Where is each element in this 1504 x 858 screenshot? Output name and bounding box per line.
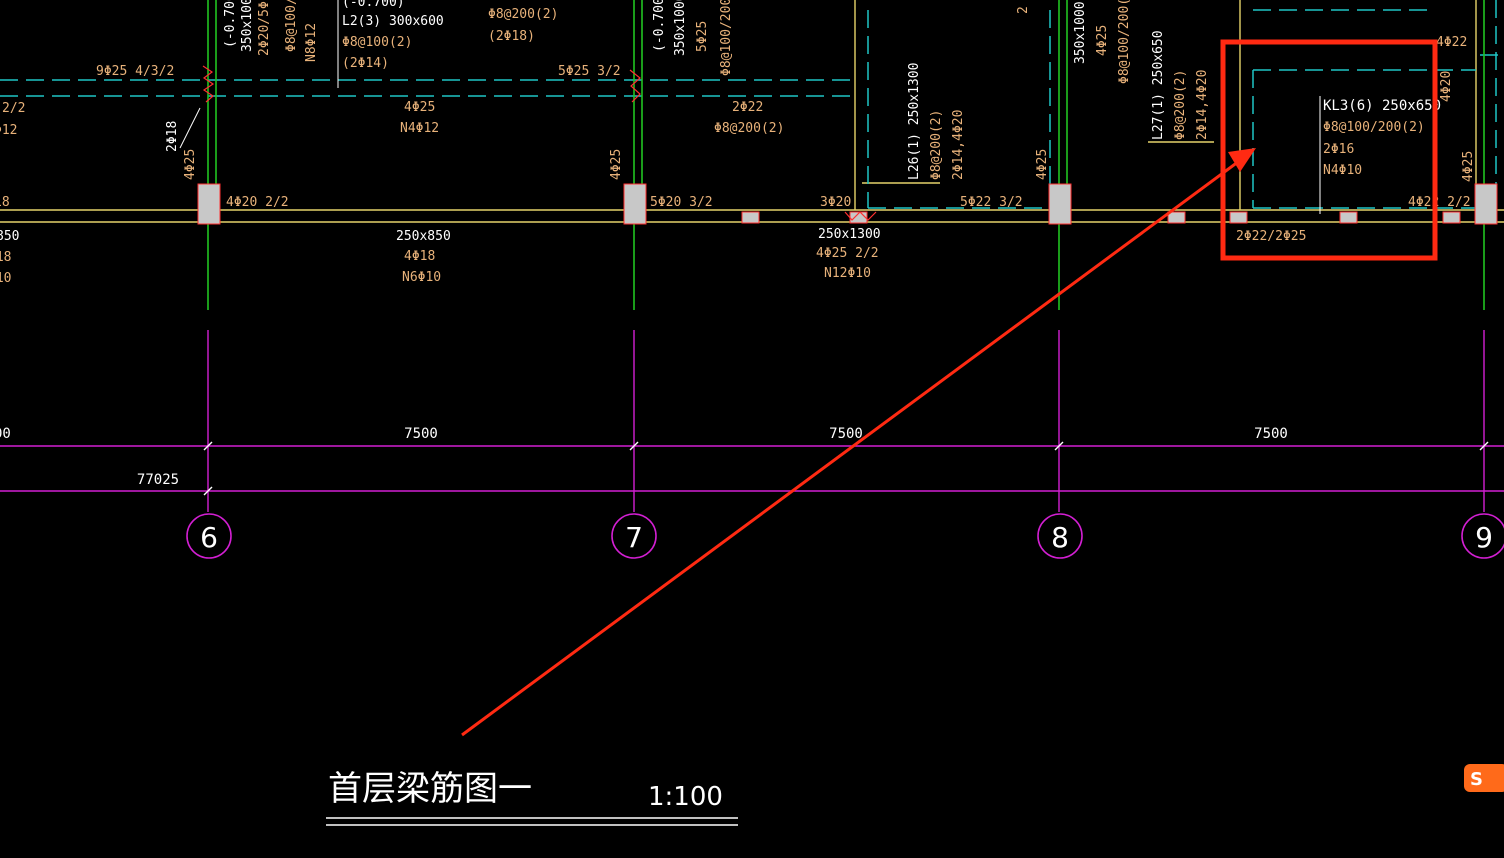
- annotation-text: (-0.700): [342, 0, 405, 10]
- annotation-text: Φ8@100/: [284, 0, 299, 52]
- annotation-text: 9Φ25 4/3/2: [96, 64, 174, 79]
- cad-drawing-canvas: 6 7 8 9 7500 7500 7500 77025 00 (-0.700 …: [0, 0, 1504, 826]
- annotation-text: 850: [0, 229, 19, 244]
- left-dim-fragment: 00: [0, 426, 11, 442]
- overall-dim: 77025: [137, 472, 179, 488]
- annotation-text: 5Φ20 3/2: [650, 195, 713, 210]
- lower-beam-annotation-b: 250x1300 4Φ25 2/2 N12Φ10: [816, 227, 881, 281]
- annotation-text: 250x850: [396, 229, 451, 244]
- annotation-text: N12Φ10: [824, 266, 871, 281]
- annotation-text: 4Φ20 2/2: [226, 195, 289, 210]
- annotation-text: N4Φ10: [1323, 163, 1362, 178]
- l26-annotation: L26(1) 250x1300 Φ8@200(2) 2Φ14,4Φ20: [907, 63, 966, 180]
- top-left-beam-annotation: (-0.700 350x100 2Φ20/5Φ Φ8@100/ N8Φ12: [223, 0, 319, 62]
- annotation-text: L26(1) 250x1300: [907, 63, 922, 180]
- annotation-text: L27(1) 250x650: [1151, 30, 1166, 140]
- break-marks: [202, 65, 877, 221]
- annotation-text: Φ8@200(2): [929, 110, 944, 180]
- annotation-text: N6Φ10: [402, 270, 441, 285]
- annotation-text: Φ8@200(2): [1173, 70, 1188, 140]
- annotation-text: 4Φ25 2/2: [816, 246, 879, 261]
- annotation-text: 4Φ22 2/2: [1408, 195, 1471, 210]
- watermark-logo: S: [1464, 764, 1504, 792]
- axis-bubbles: [186, 513, 1504, 559]
- annotation-text: 5Φ25 3/2: [558, 64, 621, 79]
- annotation-text: 4Φ25: [609, 149, 624, 180]
- annotation-text: 350x1000: [1073, 1, 1088, 64]
- annotation-text: 2/2: [2, 101, 25, 116]
- annotation-text: 4Φ25: [1095, 25, 1110, 56]
- annotation-text: Φ8@200(2): [488, 7, 558, 22]
- drawing-scale: 1:100: [648, 782, 723, 812]
- axis-label-7: 7: [625, 521, 643, 554]
- annotation-text: N8Φ12: [304, 23, 319, 62]
- annotation-text: 250x1300: [818, 227, 881, 242]
- annotation-text: 4Φ25: [1035, 149, 1050, 180]
- annotation-text: (2Φ18): [488, 29, 535, 44]
- dimension-lines: [0, 330, 1504, 512]
- mid-top-annotation: Φ8@200(2) (2Φ18): [488, 7, 558, 44]
- annotation-text: L2(3) 300x600: [342, 14, 444, 29]
- markup-arrow-head: [1228, 148, 1256, 172]
- annotation-text: Φ8@100/200(: [1117, 0, 1132, 84]
- annotation-text: Φ10: [0, 271, 11, 286]
- annotation-text: 2Φ14,4Φ20: [1195, 70, 1210, 140]
- annotation-text: (2Φ14): [342, 56, 389, 71]
- annotation-text: 2Φ20/5Φ: [257, 1, 272, 56]
- annotation-text: 2Φ18: [165, 121, 180, 152]
- annotation-text: 2Φ22: [732, 100, 763, 115]
- bay-dim-7-8: 7500: [829, 426, 863, 442]
- l27-annotation: L27(1) 250x650 Φ8@200(2) 2Φ14,4Φ20: [1151, 30, 1210, 140]
- annotation-text: 5Φ25: [695, 21, 710, 52]
- annotation-text: (-0.700: [223, 0, 238, 48]
- annotation-text: 2Φ22/2Φ25: [1236, 229, 1306, 244]
- watermark-text: S: [1470, 769, 1483, 790]
- annotation-text: 4Φ18: [404, 249, 435, 264]
- annotation-text: 3Φ20: [820, 195, 851, 210]
- annotation-text: 4Φ25: [183, 149, 198, 180]
- annotation-text: 4Φ22: [1436, 35, 1467, 50]
- annotation-text: 350x1000: [673, 0, 688, 56]
- bay-dim-8-9: 7500: [1254, 426, 1288, 442]
- bay-dim-6-7: 7500: [404, 426, 438, 442]
- axis-label-6: 6: [200, 521, 218, 554]
- annotation-text: Φ12: [0, 123, 17, 138]
- axis-label-9: 9: [1475, 521, 1493, 554]
- annotation-text: 4Φ20: [1439, 71, 1454, 102]
- annotation-text: Φ8@100(2): [342, 35, 412, 50]
- annotation-text: 2Φ14,4Φ20: [951, 110, 966, 180]
- annotation-text: Φ8@100/200(2): [1323, 120, 1425, 135]
- axis-label-8: 8: [1051, 521, 1069, 554]
- l2-annotation: (-0.700) L2(3) 300x600 Φ8@100(2) (2Φ14): [342, 0, 444, 71]
- drawing-title: 首层梁筋图一: [328, 769, 532, 809]
- annotation-text: 350x100: [240, 0, 255, 52]
- annotation-text: Φ8@100/200: [719, 0, 734, 76]
- col7-beam-annotation: (-0.700) 350x1000 5Φ25 Φ8@100/200: [652, 0, 734, 76]
- lower-beam-annotation-a: 250x850 4Φ18 N6Φ10: [396, 229, 451, 285]
- annotation-text: 2Φ16: [1323, 142, 1354, 157]
- annotation-text: Φ8@200(2): [714, 121, 784, 136]
- col8-beam-annotation: 350x1000 4Φ25 Φ8@100/200(: [1073, 0, 1132, 84]
- annotation-text: (-0.700): [652, 0, 667, 52]
- annotation-text: 18: [0, 195, 10, 210]
- annotation-text: 2: [1016, 6, 1031, 14]
- annotation-text: 4Φ25: [404, 100, 435, 115]
- kl3-annotation: KL3(6) 250x650 Φ8@100/200(2) 2Φ16 N4Φ10: [1323, 98, 1441, 178]
- annotation-text: Φ18: [0, 250, 11, 265]
- annotation-text: N4Φ12: [400, 121, 439, 136]
- annotation-text: 5Φ22 3/2: [960, 195, 1023, 210]
- annotation-text: KL3(6) 250x650: [1323, 98, 1441, 114]
- annotation-text: 4Φ25: [1461, 151, 1476, 182]
